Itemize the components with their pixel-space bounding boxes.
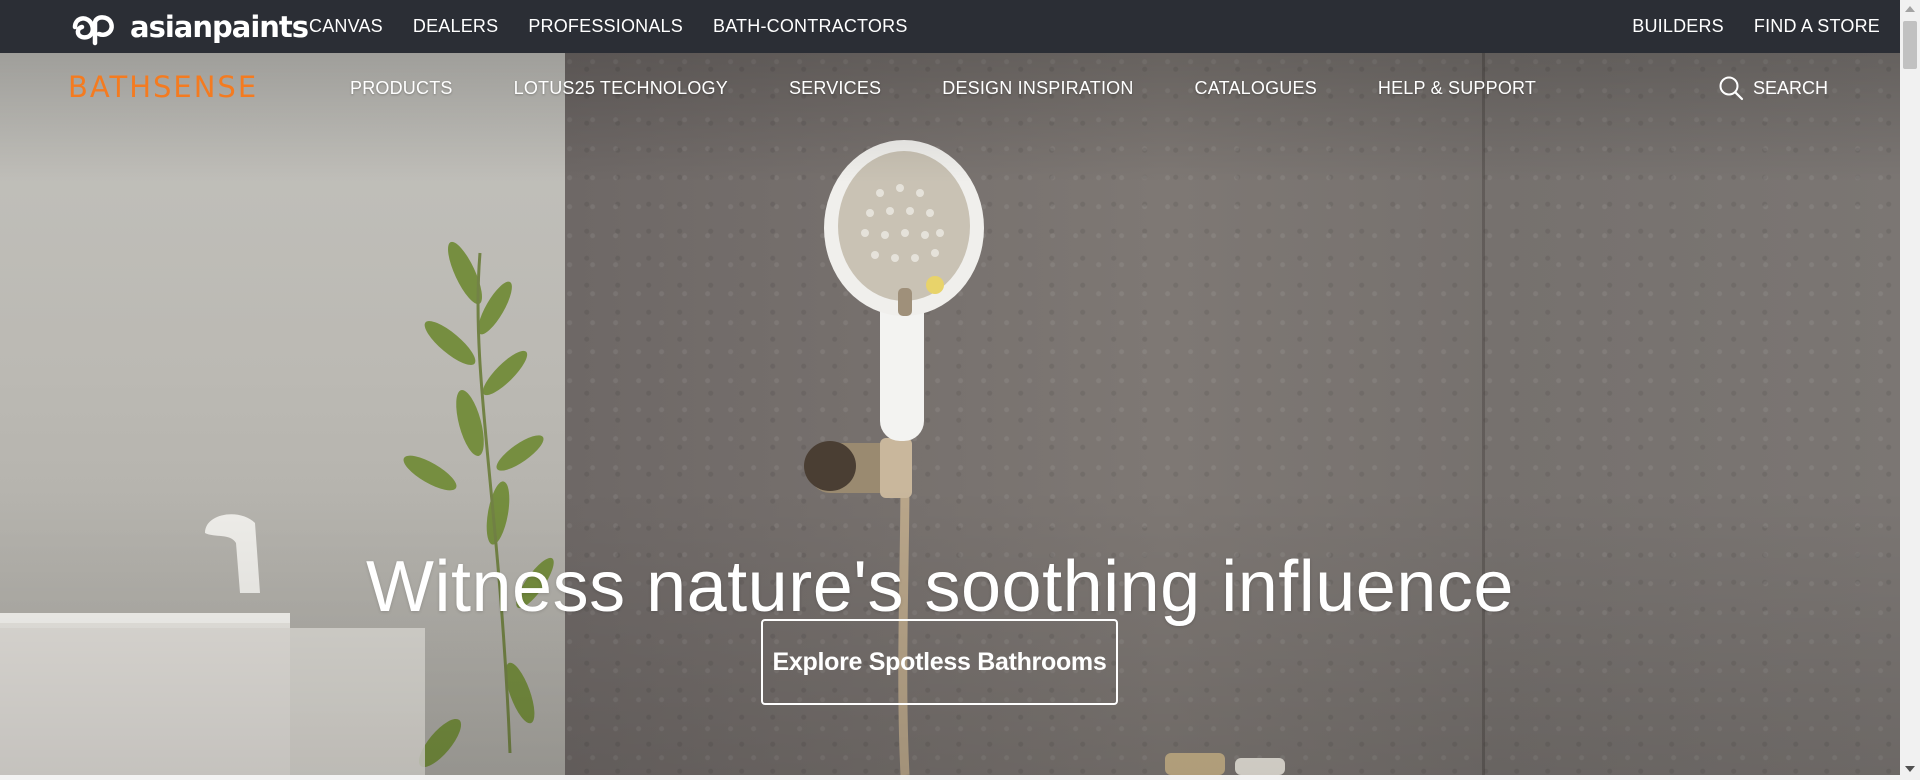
scroll-down-arrow-icon[interactable] — [1905, 766, 1915, 772]
top-utility-bar: asianpaints CANVAS DEALERS PROFESSIONALS… — [0, 0, 1900, 53]
bathsense-logo[interactable]: BATHSENSE — [68, 70, 258, 104]
scroll-thumb[interactable] — [1903, 21, 1917, 69]
top-link-find-a-store[interactable]: FIND A STORE — [1754, 16, 1880, 37]
scroll-up-arrow-icon[interactable] — [1905, 6, 1915, 12]
nav-item-services[interactable]: SERVICES — [789, 78, 881, 99]
nav-item-lotus25-technology[interactable]: LOTUS25 TECHNOLOGY — [514, 78, 728, 99]
nav-item-catalogues[interactable]: CATALOGUES — [1195, 78, 1317, 99]
explore-spotless-bathrooms-button[interactable]: Explore Spotless Bathrooms — [761, 619, 1118, 705]
main-nav-items: PRODUCTS LOTUS25 TECHNOLOGY SERVICES DES… — [350, 53, 1536, 123]
top-nav-left: CANVAS DEALERS PROFESSIONALS BATH-CONTRA… — [309, 0, 908, 53]
search-label: SEARCH — [1752, 77, 1828, 98]
top-link-dealers[interactable]: DEALERS — [413, 16, 498, 37]
search-icon — [1719, 76, 1744, 101]
top-link-canvas[interactable]: CANVAS — [309, 16, 383, 37]
top-link-bath-contractors[interactable]: BATH-CONTRACTORS — [713, 16, 908, 37]
asianpaints-wordmark: asianpaints — [130, 9, 309, 44]
nav-item-design-inspiration[interactable]: DESIGN INSPIRATION — [942, 78, 1133, 99]
hero-headline: Witness nature's soothing influence — [366, 547, 1514, 627]
search-button[interactable]: SEARCH — [1718, 53, 1828, 123]
nav-item-help-support[interactable]: HELP & SUPPORT — [1378, 78, 1536, 99]
top-nav-right: BUILDERS FIND A STORE — [1632, 0, 1880, 53]
asianpaints-logo-icon — [72, 15, 114, 46]
top-link-professionals[interactable]: PROFESSIONALS — [528, 16, 683, 37]
main-navigation: BATHSENSE PRODUCTS LOTUS25 TECHNOLOGY SE… — [0, 53, 1900, 123]
top-link-builders[interactable]: BUILDERS — [1632, 16, 1724, 37]
asianpaints-logo[interactable]: asianpaints — [68, 7, 309, 47]
page-bottom-strip — [0, 775, 1900, 780]
vertical-scrollbar[interactable] — [1900, 0, 1920, 780]
nav-item-products[interactable]: PRODUCTS — [350, 78, 453, 99]
